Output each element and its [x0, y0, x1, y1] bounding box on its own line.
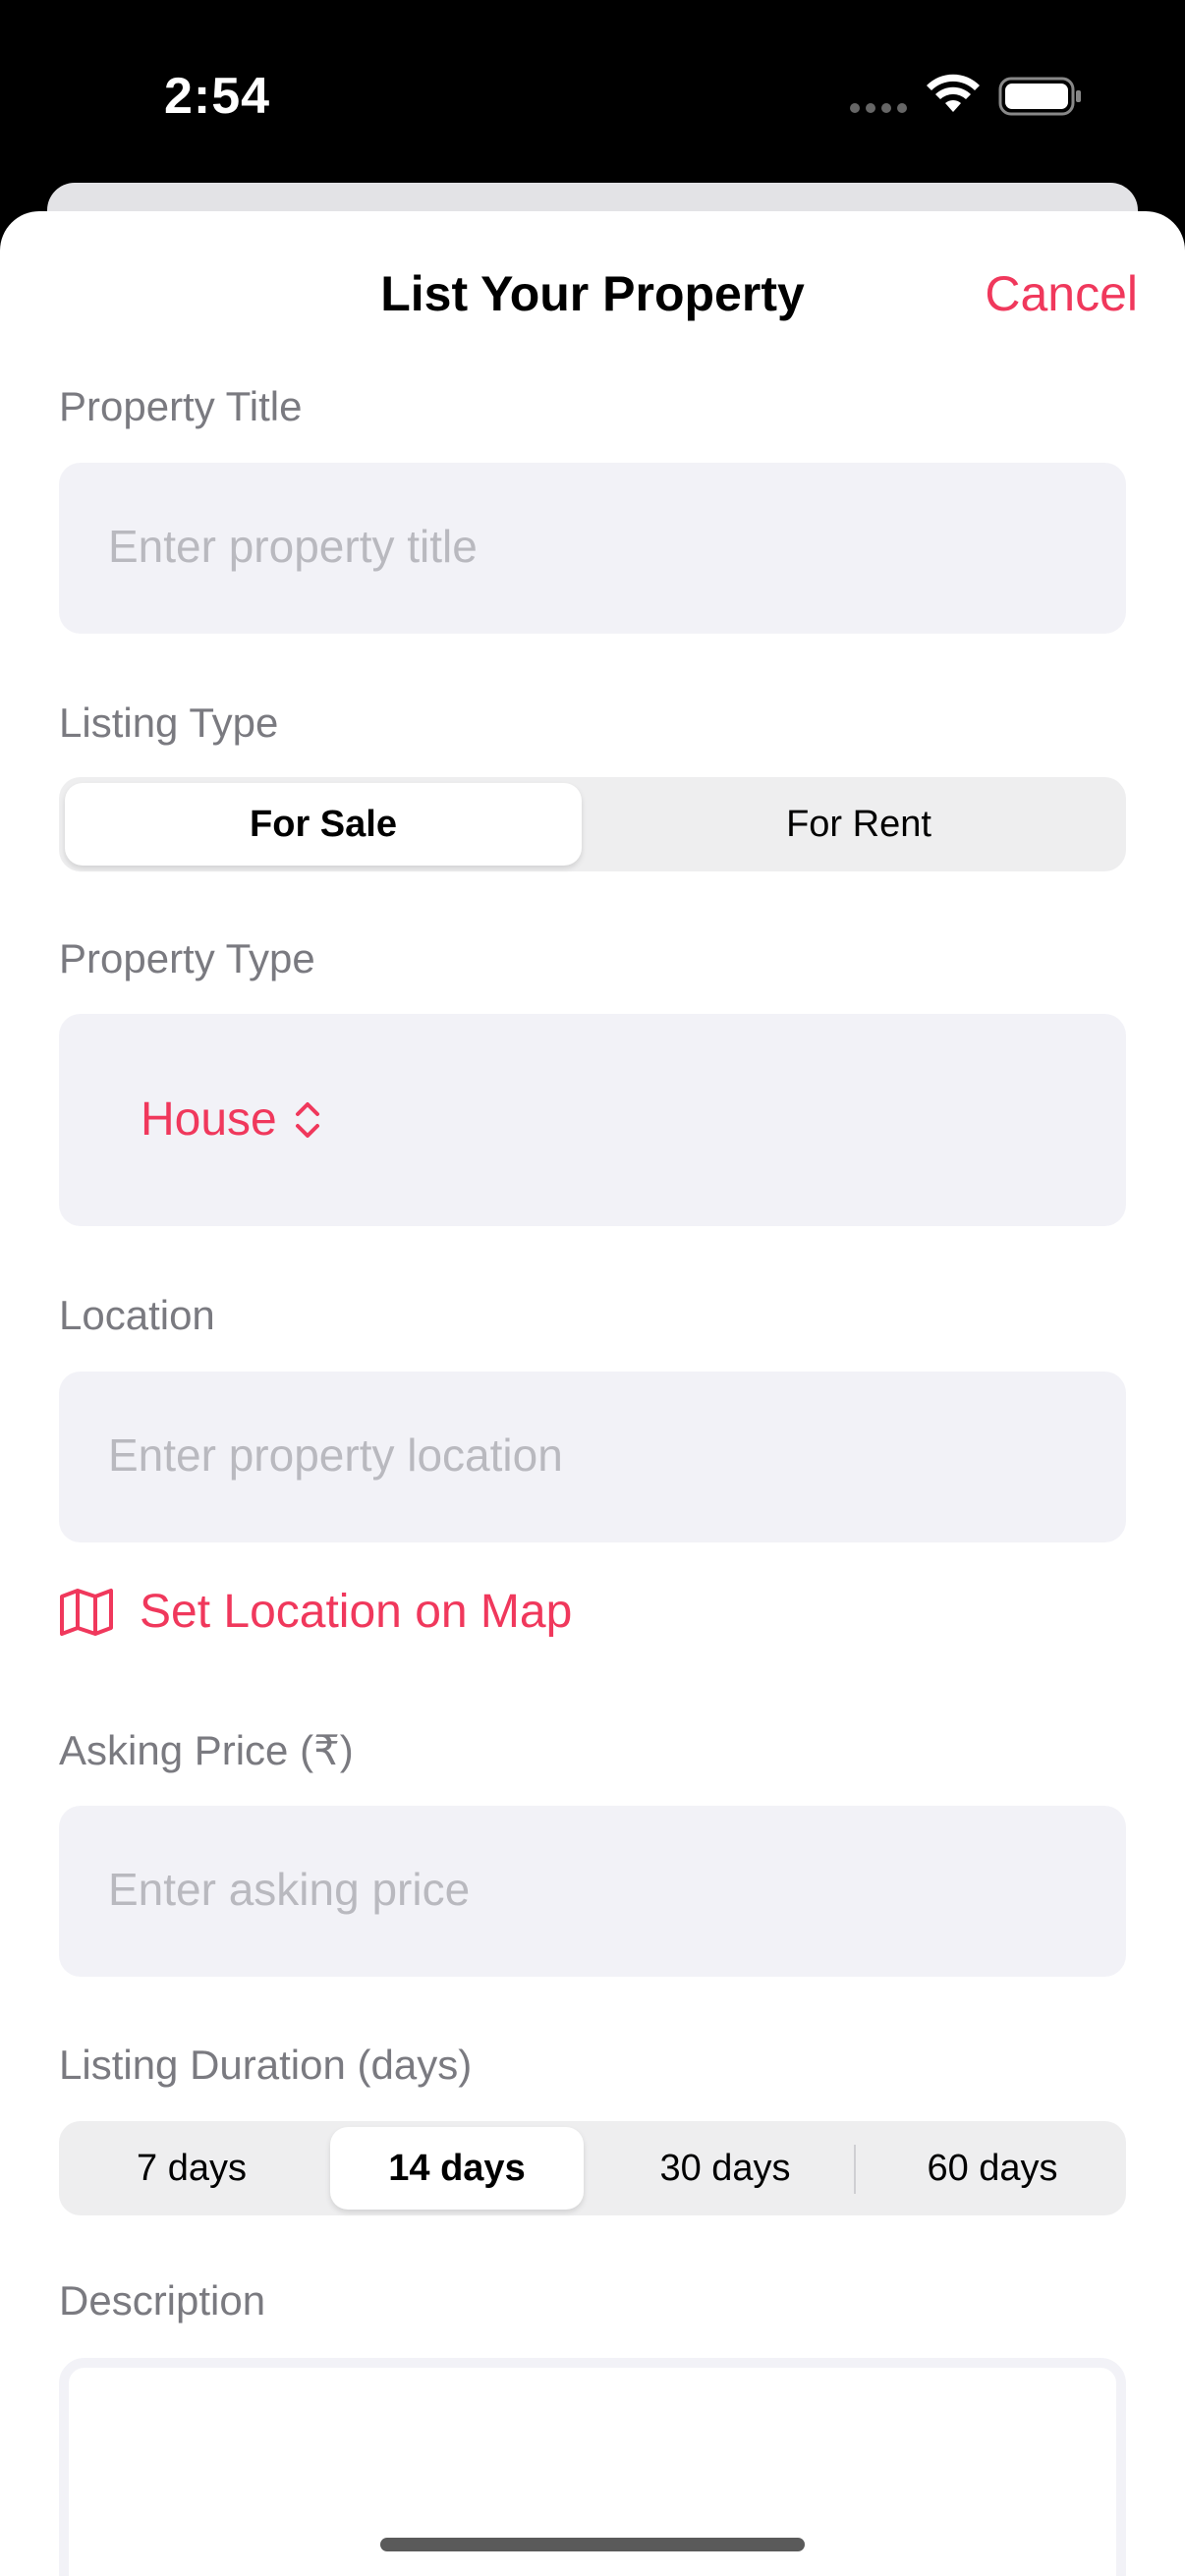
status-time: 2:54 [164, 68, 271, 125]
chevron-up-down-icon [295, 1101, 319, 1138]
location-label: Location [59, 1292, 215, 1338]
property-type-label: Property Type [59, 935, 315, 981]
listing-duration-label: Listing Duration (days) [59, 2042, 473, 2088]
set-location-on-map-label: Set Location on Map [140, 1586, 573, 1638]
asking-price-input[interactable]: Enter asking price [59, 1806, 1126, 1977]
duration-14-days[interactable]: 14 days [330, 2127, 584, 2210]
property-type-value: House [141, 1093, 277, 1146]
listing-type-for-rent[interactable]: For Rent [597, 783, 1120, 866]
battery-icon [998, 77, 1081, 116]
asking-price-placeholder: Enter asking price [108, 1864, 471, 1915]
location-input[interactable]: Enter property location [59, 1372, 1126, 1542]
property-title-input[interactable]: Enter property title [59, 463, 1126, 634]
property-type-picker[interactable]: House [141, 1092, 324, 1147]
listing-type-label: Listing Type [59, 700, 279, 746]
cancel-button[interactable]: Cancel [985, 265, 1138, 322]
property-title-label: Property Title [59, 383, 303, 429]
segment-divider [854, 2145, 856, 2194]
asking-price-label: Asking Price (₹) [59, 1727, 354, 1773]
description-label: Description [59, 2277, 266, 2324]
duration-30-days[interactable]: 30 days [595, 2127, 855, 2210]
duration-60-days[interactable]: 60 days [865, 2127, 1120, 2210]
property-title-placeholder: Enter property title [108, 521, 478, 572]
property-type-container: House [59, 1014, 1126, 1226]
listing-type-for-sale[interactable]: For Sale [65, 783, 582, 866]
home-indicator [380, 2538, 805, 2551]
cellular-signal-icon [850, 103, 907, 113]
wifi-icon [927, 74, 980, 112]
map-icon [60, 1588, 113, 1636]
list-property-sheet: List Your Property Cancel Property Title… [0, 211, 1185, 2576]
location-placeholder: Enter property location [108, 1429, 563, 1481]
listing-duration-segmented-control: 7 days 14 days 30 days 60 days [59, 2121, 1126, 2215]
duration-7-days[interactable]: 7 days [65, 2127, 318, 2210]
listing-type-segmented-control: For Sale For Rent [59, 777, 1126, 871]
set-location-on-map-button[interactable]: Set Location on Map [59, 1585, 572, 1639]
status-bar: 2:54 [0, 0, 1185, 187]
